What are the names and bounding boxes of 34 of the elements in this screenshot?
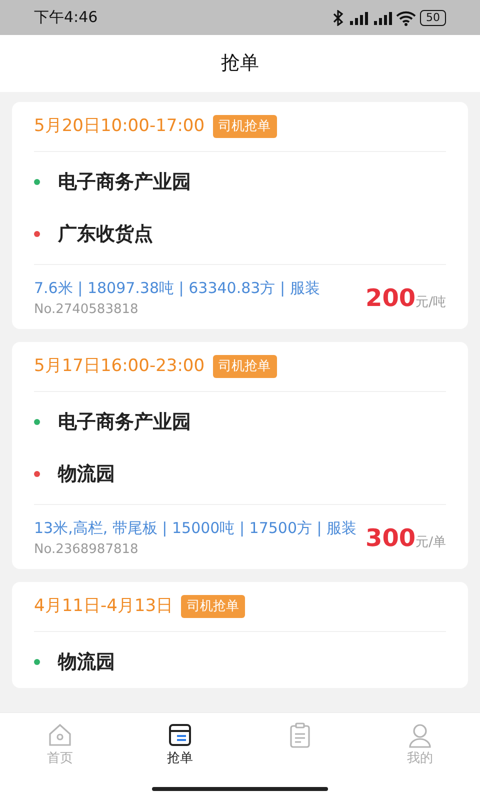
order-tag: 司机抢单 [181, 594, 246, 618]
signal-icon [372, 10, 392, 26]
order-date: 4月11日-4月13日 [34, 594, 174, 618]
inbox-icon [166, 721, 194, 749]
bluetooth-icon [332, 10, 344, 26]
order-card[interactable]: 4月11日-4月13日 司机抢单 物流园 [12, 582, 468, 688]
stop-name: 物流园 [58, 650, 115, 675]
order-card[interactable]: 5月17日16:00-23:00 司机抢单 电子商务产业园 物流园 13米,高栏, 带尾板 | 15000吨 | 17500方 | 服装 No.2368987818 300元/单 [12, 342, 468, 569]
price: 200 [366, 283, 416, 314]
price-unit: 元/吨 [416, 294, 446, 312]
stop-name: 电子商务产业园 [58, 410, 191, 435]
order-date: 5月17日16:00-23:00 [34, 354, 205, 378]
nav-tab[interactable]: 抢单 [120, 713, 240, 771]
order-details: 13米,高栏, 带尾板 | 15000吨 | 17500方 | 服装 [34, 518, 357, 539]
order-details: 7.6米 | 18097.38吨 | 63340.83方 | 服装 [34, 278, 320, 299]
order-date: 5月20日10:00-17:00 [34, 114, 205, 138]
order-card[interactable]: 5月20日10:00-17:00 司机抢单 电子商务产业园 广东收货点 7.6米 | 18097.38吨 | 63340.83方 | 服装 No.2740583818 200元/吨 [12, 102, 468, 329]
person-icon [406, 721, 434, 749]
price-unit: 元/单 [416, 534, 446, 552]
order-number: No.2368987818 [34, 540, 140, 558]
page-title: 抢单 [221, 51, 259, 76]
stop-name: 物流园 [58, 462, 115, 487]
battery-level: 50 [420, 10, 446, 26]
price: 300 [366, 523, 416, 554]
order-tag: 司机抢单 [212, 114, 277, 138]
wifi-icon [396, 10, 416, 26]
stop-name: 广东收货点 [58, 222, 153, 247]
home-icon [46, 721, 74, 749]
stop-name: 电子商务产业园 [58, 170, 191, 195]
order-tag: 司机抢单 [212, 354, 277, 378]
order-number: No.2740583818 [34, 300, 140, 318]
status-time: 下午4:46 [34, 7, 98, 28]
signal-icon [348, 10, 368, 26]
home-indicator[interactable] [152, 787, 328, 791]
